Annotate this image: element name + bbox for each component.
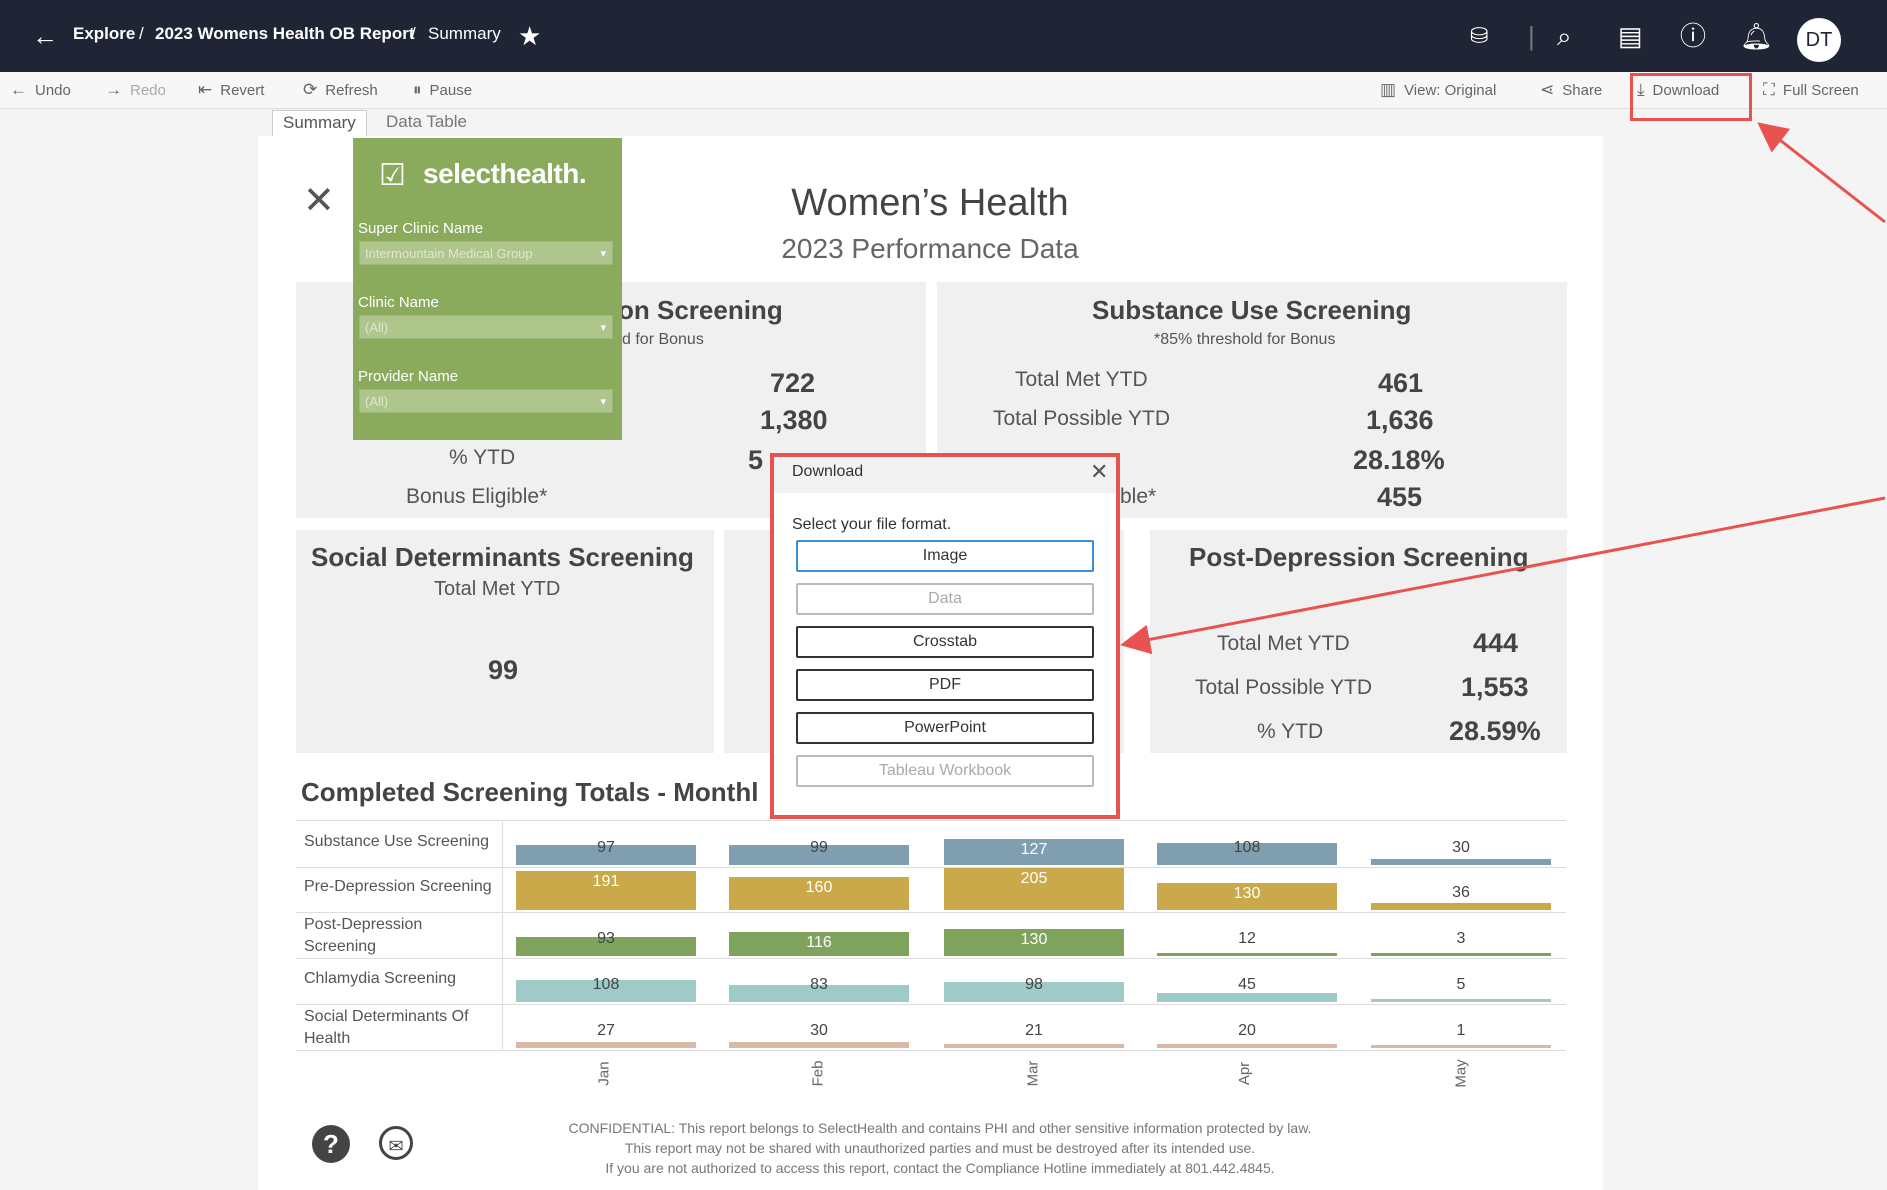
arrow-to-download-dialog bbox=[1120, 496, 1886, 655]
annotation-arrows bbox=[1120, 122, 1886, 655]
arrow-to-download-button bbox=[1757, 122, 1886, 224]
